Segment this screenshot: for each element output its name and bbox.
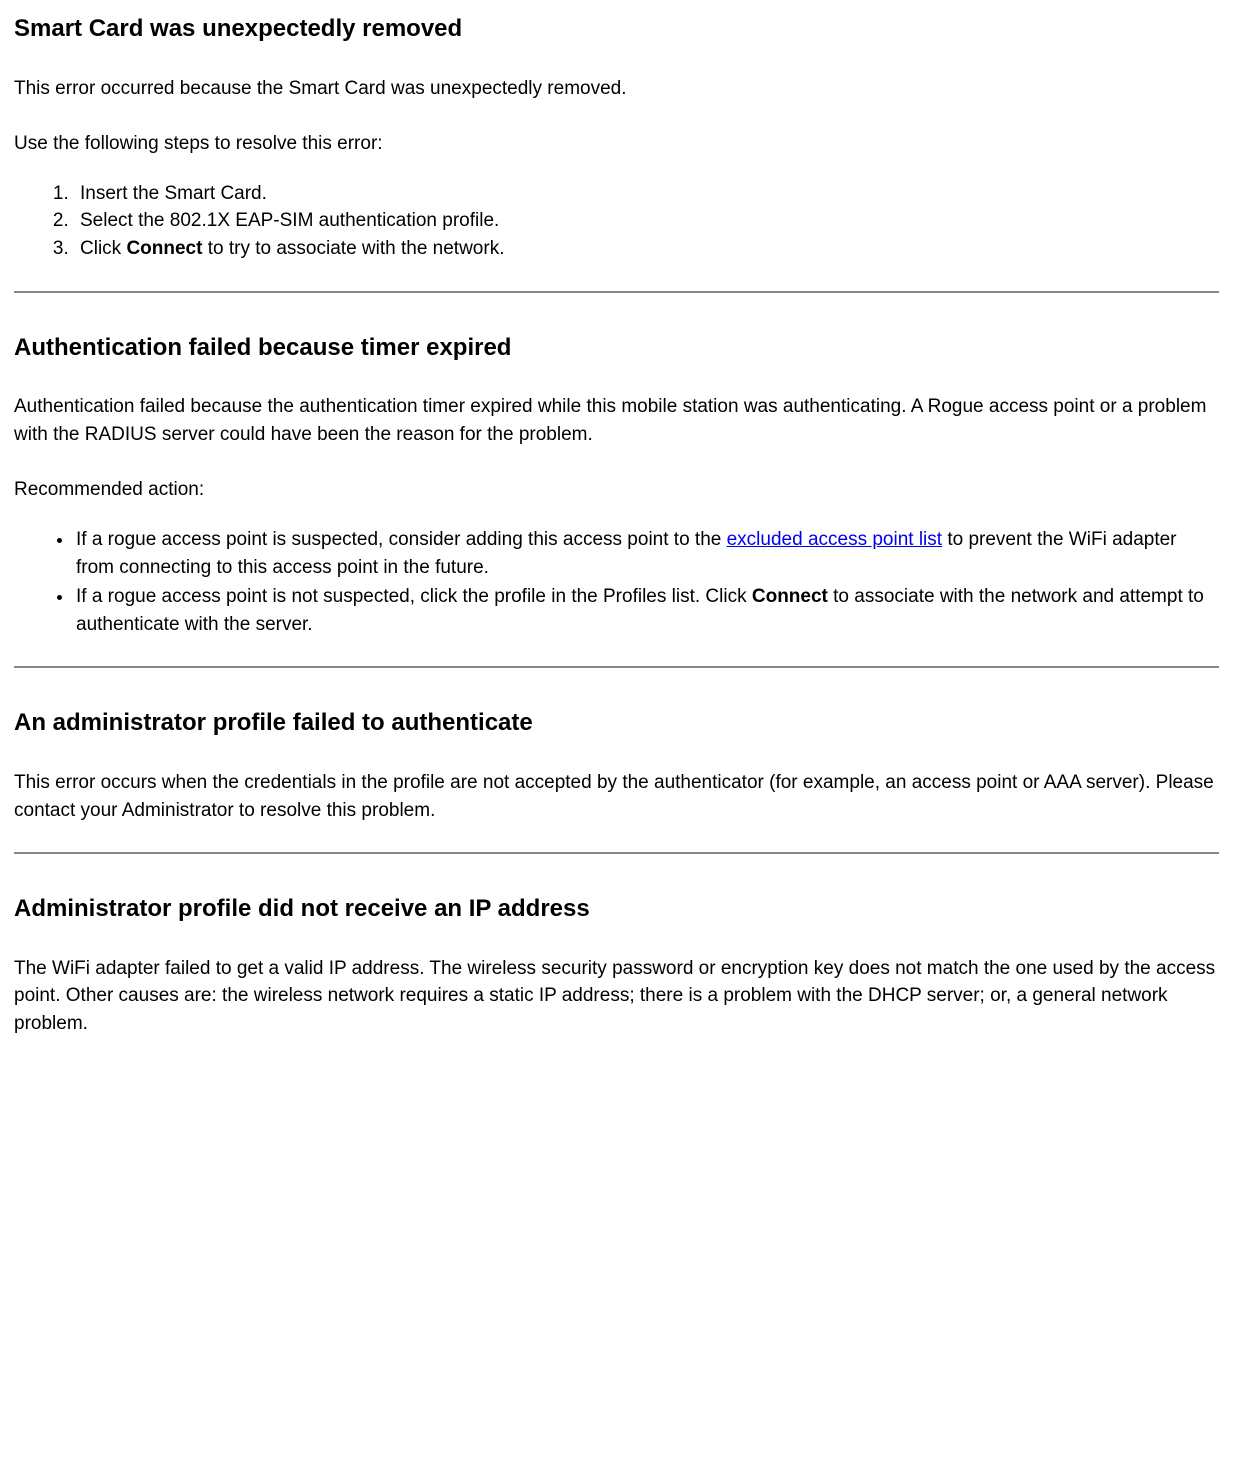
list-item: Select the 802.1X EAP-SIM authentication… bbox=[74, 207, 1219, 235]
text: to try to associate with the network. bbox=[202, 238, 504, 259]
divider bbox=[14, 291, 1219, 293]
section-heading-smart-card: Smart Card was unexpectedly removed bbox=[14, 10, 1219, 47]
divider bbox=[14, 666, 1219, 668]
paragraph: This error occurred because the Smart Ca… bbox=[14, 75, 1219, 103]
text: If a rogue access point is suspected, co… bbox=[76, 529, 727, 550]
paragraph: This error occurs when the credentials i… bbox=[14, 769, 1219, 824]
paragraph: Recommended action: bbox=[14, 476, 1219, 504]
list-item: If a rogue access point is not suspected… bbox=[74, 583, 1219, 638]
section-heading-admin-profile-ip: Administrator profile did not receive an… bbox=[14, 890, 1219, 927]
paragraph: The WiFi adapter failed to get a valid I… bbox=[14, 955, 1219, 1038]
paragraph: Use the following steps to resolve this … bbox=[14, 130, 1219, 158]
excluded-access-point-link[interactable]: excluded access point list bbox=[727, 529, 942, 550]
paragraph: Authentication failed because the authen… bbox=[14, 393, 1219, 448]
text: If a rogue access point is not suspected… bbox=[76, 586, 752, 607]
section-heading-admin-profile-auth: An administrator profile failed to authe… bbox=[14, 704, 1219, 741]
bold-text: Connect bbox=[126, 238, 202, 259]
list-item: Insert the Smart Card. bbox=[74, 180, 1219, 208]
bold-text: Connect bbox=[752, 586, 828, 607]
list-item: Click Connect to try to associate with t… bbox=[74, 235, 1219, 263]
divider bbox=[14, 852, 1219, 854]
list-item: If a rogue access point is suspected, co… bbox=[74, 526, 1219, 581]
bullet-list: If a rogue access point is suspected, co… bbox=[14, 526, 1219, 638]
section-heading-timer-expired: Authentication failed because timer expi… bbox=[14, 329, 1219, 366]
ordered-steps-list: Insert the Smart Card. Select the 802.1X… bbox=[14, 180, 1219, 263]
text: Click bbox=[80, 238, 126, 259]
